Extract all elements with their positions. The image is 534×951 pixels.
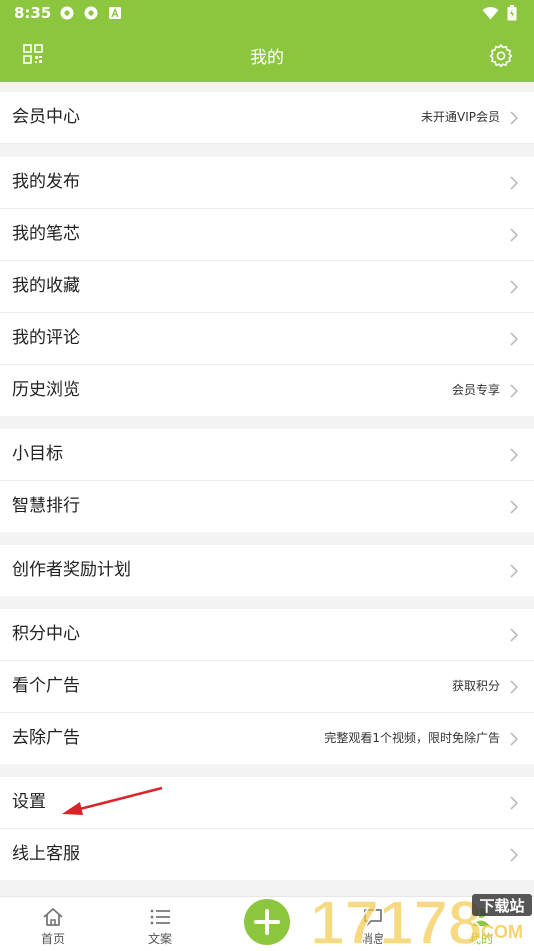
- watermark-text: 下载站: [479, 897, 524, 915]
- battery-icon: [507, 5, 517, 21]
- list-icon: [150, 909, 170, 925]
- notification-a-icon: [109, 7, 121, 19]
- menu-item-history[interactable]: 历史浏览 会员专享: [0, 365, 534, 416]
- menu-item-hint: 未开通VIP会员: [421, 110, 500, 124]
- chevron-right-icon: [510, 111, 518, 125]
- menu-item-remove-ads[interactable]: 去除广告 完整观看1个视频，限时免除广告: [0, 713, 534, 764]
- menu-item-label: 设置: [12, 792, 46, 812]
- menu-item-my-favorites[interactable]: 我的收藏: [0, 261, 534, 313]
- chevron-right-icon: [510, 228, 518, 242]
- chevron-right-icon: [510, 680, 518, 694]
- chevron-right-icon: [510, 280, 518, 294]
- chevron-right-icon: [510, 848, 518, 862]
- menu-item-label: 我的评论: [12, 328, 80, 348]
- app-header: 我的: [0, 27, 534, 82]
- tab-posts[interactable]: 文案: [130, 897, 190, 951]
- site-watermark: 17178 下载站 .COM: [310, 888, 532, 950]
- notification-app-icon: [84, 6, 98, 20]
- chevron-right-icon: [510, 332, 518, 346]
- chevron-right-icon: [510, 384, 518, 398]
- menu-item-hint: 会员专享: [451, 383, 500, 397]
- annotation-arrow: [62, 786, 163, 815]
- create-post-button[interactable]: [244, 899, 290, 945]
- notification-app-icon: [60, 6, 74, 20]
- chevron-right-icon: [510, 628, 518, 642]
- menu-item-label: 历史浏览: [12, 380, 80, 400]
- wifi-icon: [482, 7, 499, 20]
- chevron-right-icon: [510, 564, 518, 578]
- menu-item-label: 积分中心: [12, 624, 80, 644]
- menu-item-label: 智慧排行: [12, 496, 80, 516]
- tab-label: 首页: [40, 932, 65, 946]
- menu-item-my-likes[interactable]: 我的笔芯: [0, 209, 534, 261]
- menu-item-watch-ad[interactable]: 看个广告 获取积分: [0, 661, 534, 713]
- home-icon: [43, 908, 63, 926]
- tab-home[interactable]: 首页: [23, 897, 83, 951]
- tab-label: 文案: [147, 932, 172, 946]
- menu-item-label: 去除广告: [12, 728, 80, 748]
- menu-item-vip-center[interactable]: 会员中心 未开通VIP会员: [0, 92, 534, 144]
- chevron-right-icon: [510, 796, 518, 810]
- menu-item-label: 小目标: [12, 444, 63, 464]
- chevron-right-icon: [510, 732, 518, 746]
- menu-item-online-support[interactable]: 线上客服: [0, 829, 534, 880]
- chevron-right-icon: [510, 448, 518, 462]
- menu-item-label: 我的收藏: [12, 276, 80, 296]
- menu-item-label: 会员中心: [12, 107, 80, 127]
- menu-item-my-comments[interactable]: 我的评论: [0, 313, 534, 365]
- menu-item-label: 我的发布: [12, 172, 80, 192]
- status-time: 8:35: [14, 4, 52, 22]
- watermark-domain: .COM: [476, 922, 523, 942]
- menu-list: 会员中心 未开通VIP会员 我的发布 我的笔芯 我的收藏 我的评论 历史浏览 会…: [0, 82, 534, 880]
- menu-item-label: 创作者奖励计划: [12, 560, 131, 580]
- gear-icon[interactable]: [489, 43, 513, 67]
- menu-item-hint: 完整观看1个视频，限时免除广告: [324, 731, 500, 745]
- menu-item-creator-rewards[interactable]: 创作者奖励计划: [0, 545, 534, 596]
- status-bar: 8:35: [0, 0, 534, 27]
- plus-icon: [254, 909, 280, 935]
- menu-item-label: 我的笔芯: [12, 224, 80, 244]
- page-title: 我的: [250, 48, 284, 68]
- menu-item-label: 线上客服: [12, 844, 80, 864]
- menu-item-my-posts[interactable]: 我的发布: [0, 157, 534, 209]
- chevron-right-icon: [510, 500, 518, 514]
- menu-item-ranking[interactable]: 智慧排行: [0, 481, 534, 532]
- watermark-number: 17178: [310, 889, 482, 950]
- menu-item-points-center[interactable]: 积分中心: [0, 609, 534, 661]
- menu-item-small-goals[interactable]: 小目标: [0, 429, 534, 481]
- menu-item-label: 看个广告: [12, 676, 80, 696]
- chevron-right-icon: [510, 176, 518, 190]
- menu-item-hint: 获取积分: [451, 679, 500, 693]
